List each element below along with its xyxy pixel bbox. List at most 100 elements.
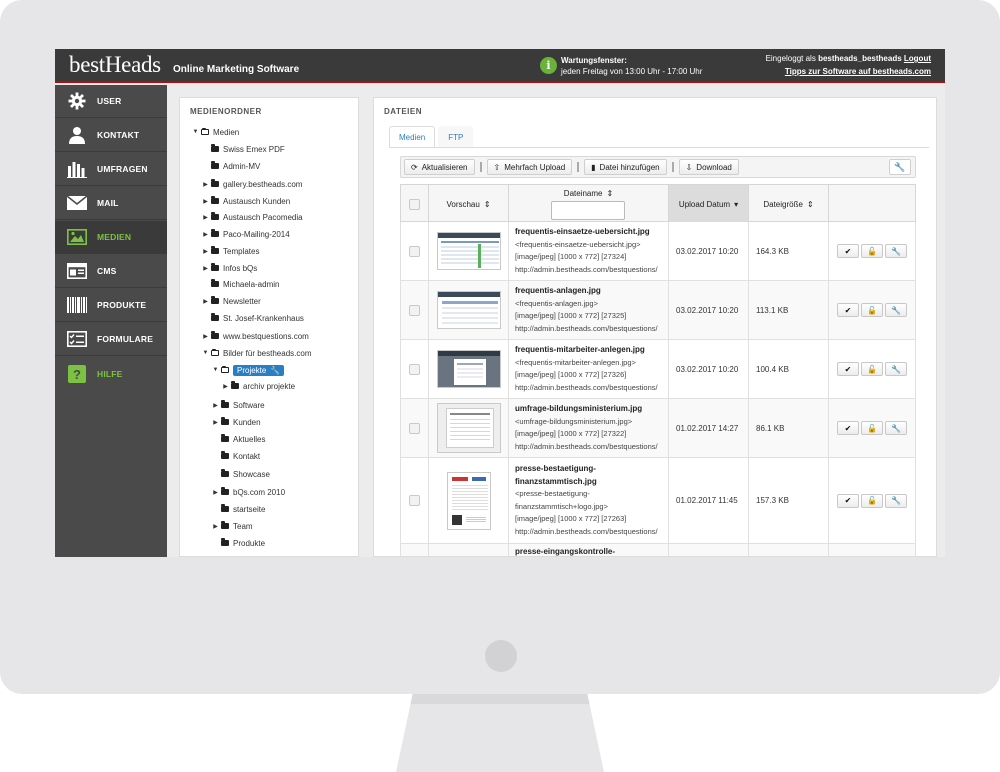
- table-row[interactable]: frequentis-anlagen.jpg <frequentis-anlag…: [400, 281, 916, 340]
- tree-node[interactable]: ▶ Paco-Mailing-2014: [202, 228, 290, 240]
- row-checkbox[interactable]: [409, 363, 420, 375]
- selected-folder[interactable]: Projekte 🔧: [233, 364, 285, 376]
- tree-node-selected[interactable]: ▼ Projekte 🔧: [212, 363, 285, 377]
- check-circle-icon[interactable]: ✔: [837, 244, 859, 258]
- tree-node[interactable]: ▶ Austausch Pacomedia: [202, 211, 303, 223]
- file-url[interactable]: http://admin.bestheads.com/bestquestions…: [515, 382, 658, 395]
- filename-filter-input[interactable]: [551, 201, 625, 220]
- check-circle-icon[interactable]: ✔: [837, 493, 859, 508]
- unlock-icon[interactable]: 🔓: [861, 362, 883, 376]
- unlock-icon[interactable]: 🔓: [861, 421, 883, 435]
- tree-node[interactable]: ▶ gallery.bestheads.com: [202, 178, 302, 190]
- nav-item-medien[interactable]: MEDIEN: [55, 221, 167, 254]
- tree-node[interactable]: ▶ Templates: [202, 245, 259, 257]
- file-url[interactable]: http://admin.bestheads.com/bestquestions…: [515, 526, 658, 539]
- tree-node[interactable]: ▶ archiv projekte: [222, 380, 295, 392]
- nav-item-formulare[interactable]: FORMULARE: [55, 323, 167, 356]
- tree-node[interactable]: ▶ Team: [212, 520, 253, 532]
- nav-item-user[interactable]: USER: [55, 85, 167, 118]
- nav-item-cms[interactable]: CMS: [55, 255, 167, 288]
- row-checkbox[interactable]: [409, 495, 420, 506]
- table-row[interactable]: presse-bestaetigung- finanzstammtisch.jp…: [400, 458, 916, 544]
- tree-node[interactable]: ▶ bQs.com 2010: [212, 486, 285, 498]
- table-row[interactable]: presse-eingangskontrolle-: [400, 544, 916, 556]
- logout-link[interactable]: Logout: [904, 54, 931, 63]
- thumbnail[interactable]: [446, 471, 491, 530]
- caret-down-icon[interactable]: ▼: [212, 367, 219, 373]
- refresh-button[interactable]: ⟳ Aktualisieren: [404, 159, 475, 175]
- table-row[interactable]: umfrage-bildungsministerium.jpg <umfrage…: [400, 399, 916, 458]
- thumbnail[interactable]: [436, 350, 501, 388]
- header-size[interactable]: Dateigröße ⇕: [749, 185, 829, 223]
- caret-down-icon[interactable]: ▼: [192, 129, 199, 135]
- table-row[interactable]: frequentis-mitarbeiter-anlegen.jpg <freq…: [400, 340, 916, 399]
- wrench-icon[interactable]: 🔧: [270, 366, 280, 375]
- nav-item-produkte[interactable]: PRODUKTE: [55, 289, 167, 322]
- file-url[interactable]: http://admin.bestheads.com/bestquestions…: [515, 264, 658, 277]
- toolbar-settings-button[interactable]: 🔧: [889, 159, 911, 175]
- header-preview[interactable]: Vorschau ⇕: [429, 185, 509, 223]
- row-checkbox[interactable]: [409, 422, 420, 434]
- nav-item-hilfe[interactable]: ? HILFE: [55, 357, 167, 390]
- tree-root[interactable]: ▼ Medien: [192, 126, 240, 138]
- caret-right-icon[interactable]: ▶: [202, 333, 209, 340]
- add-file-button[interactable]: ▮ Datei hinzufügen: [584, 159, 667, 175]
- multi-upload-button[interactable]: ⇧ Mehrfach Upload: [486, 159, 573, 175]
- thumbnail[interactable]: [436, 232, 501, 270]
- tree-node[interactable]: ▶ Newsletter: [202, 295, 261, 307]
- caret-right-icon[interactable]: ▶: [202, 265, 209, 272]
- tree-node[interactable]: St. Josef-Krankenhaus: [202, 312, 304, 324]
- download-button[interactable]: ⇩ Download: [678, 159, 739, 175]
- tree-node[interactable]: Swiss Emex PDF: [202, 143, 285, 155]
- tree-node[interactable]: Admin-MV: [202, 160, 260, 172]
- caret-right-icon[interactable]: ▶: [202, 248, 209, 255]
- file-url[interactable]: http://admin.bestheads.com/bestquestions…: [515, 441, 658, 454]
- caret-right-icon[interactable]: ▶: [202, 214, 209, 221]
- nav-item-mail[interactable]: MAIL: [55, 187, 167, 220]
- wrench-icon[interactable]: 🔧: [885, 421, 907, 435]
- row-checkbox[interactable]: [409, 304, 420, 316]
- check-circle-icon[interactable]: ✔: [837, 303, 859, 317]
- tab-medien[interactable]: Medien: [389, 126, 436, 148]
- tree-node[interactable]: Produkte: [212, 537, 265, 549]
- unlock-icon[interactable]: 🔓: [861, 303, 883, 317]
- tree-node[interactable]: ▶ Software: [212, 399, 265, 411]
- tree-node[interactable]: Aktuelles: [212, 433, 265, 445]
- wrench-icon[interactable]: 🔧: [885, 362, 907, 376]
- caret-right-icon[interactable]: ▶: [212, 419, 219, 426]
- check-circle-icon[interactable]: ✔: [837, 362, 859, 376]
- nav-item-umfragen[interactable]: UMFRAGEN: [55, 153, 167, 186]
- wrench-icon[interactable]: 🔧: [885, 303, 907, 317]
- caret-right-icon[interactable]: ▶: [202, 298, 209, 305]
- tree-node[interactable]: ▶ www.bestquestions.com: [202, 330, 309, 342]
- caret-right-icon[interactable]: ▶: [202, 231, 209, 238]
- check-circle-icon[interactable]: ✔: [837, 421, 859, 435]
- nav-item-kontakt[interactable]: KONTAKT: [55, 119, 167, 152]
- tips-link[interactable]: Tipps zur Software auf bestheads.com: [785, 67, 931, 76]
- caret-down-icon[interactable]: ▼: [202, 350, 209, 356]
- wrench-icon[interactable]: 🔧: [885, 493, 907, 508]
- tree-node[interactable]: startseite: [212, 503, 265, 515]
- tree-node[interactable]: Kontakt: [212, 450, 260, 462]
- caret-right-icon[interactable]: ▶: [212, 489, 219, 496]
- row-checkbox[interactable]: [409, 245, 420, 257]
- file-url[interactable]: http://admin.bestheads.com/bestquestions…: [515, 323, 658, 336]
- caret-right-icon[interactable]: ▶: [222, 383, 229, 390]
- tree-node[interactable]: ▶ Infos bQs: [202, 262, 257, 274]
- caret-right-icon[interactable]: ▶: [202, 198, 209, 205]
- unlock-icon[interactable]: 🔓: [861, 244, 883, 258]
- tree-node[interactable]: Michaela-admin: [202, 278, 279, 290]
- thumbnail[interactable]: [436, 291, 501, 329]
- caret-right-icon[interactable]: ▶: [212, 523, 219, 530]
- tree-node[interactable]: ▶ Austausch Kunden: [202, 195, 290, 207]
- tree-node[interactable]: ▼ Bilder für bestheads.com: [202, 347, 312, 359]
- caret-right-icon[interactable]: ▶: [212, 402, 219, 409]
- table-row[interactable]: frequentis-einsaetze-uebersicht.jpg <fre…: [400, 222, 916, 281]
- unlock-icon[interactable]: 🔓: [861, 493, 883, 508]
- select-all-checkbox[interactable]: [409, 198, 420, 210]
- tree-node[interactable]: Showcase: [212, 468, 270, 480]
- header-upload-date[interactable]: Upload Datum ▾: [669, 185, 749, 223]
- tree-node[interactable]: ▶ Kunden: [212, 416, 261, 428]
- caret-right-icon[interactable]: ▶: [202, 181, 209, 188]
- wrench-icon[interactable]: 🔧: [885, 244, 907, 258]
